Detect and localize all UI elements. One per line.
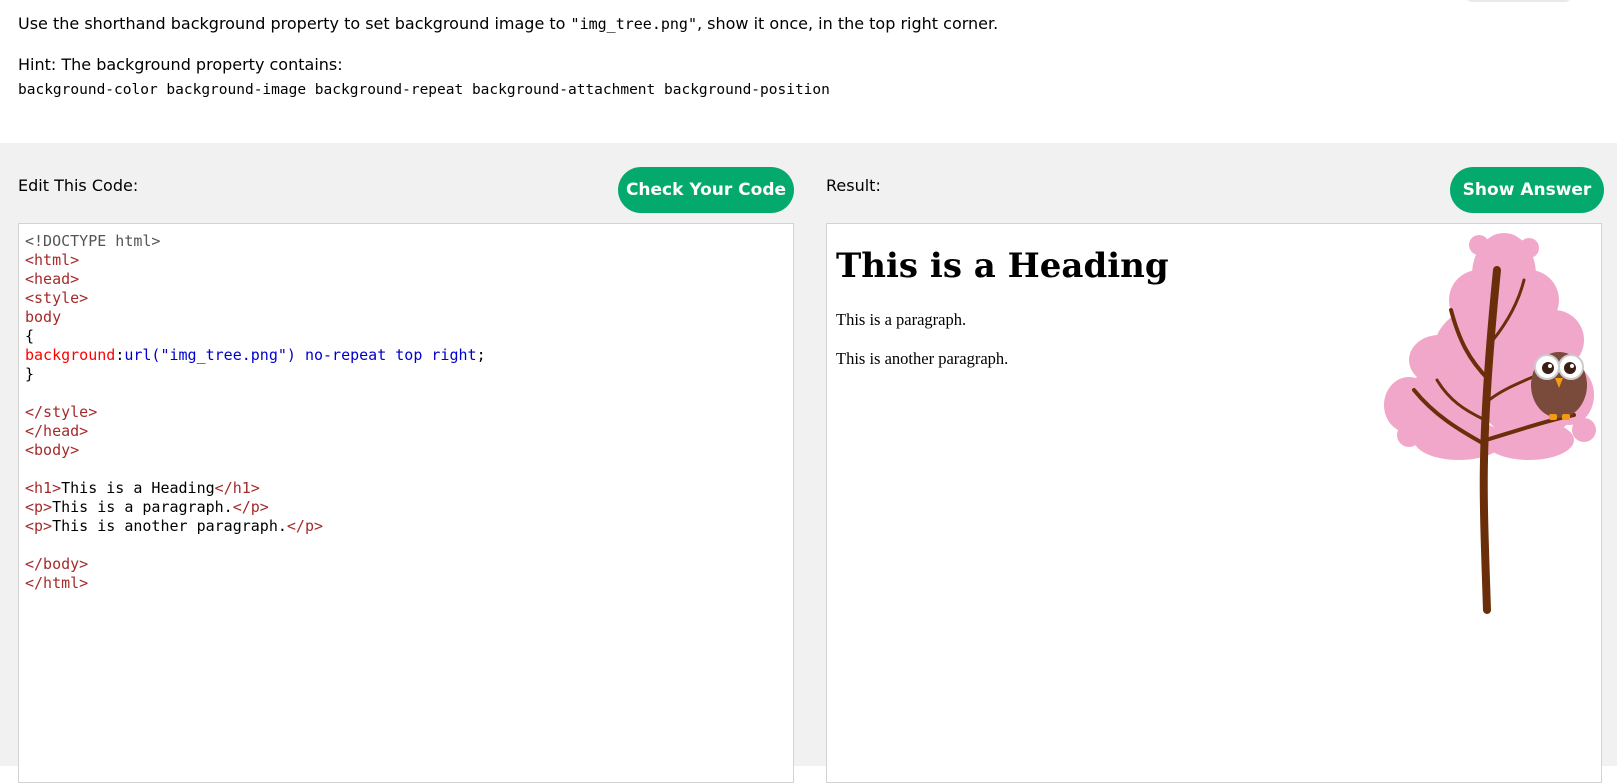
code-line: { [25, 327, 34, 346]
code-line: </style> [25, 403, 97, 422]
code-url-fn: url( [124, 346, 161, 364]
instructions-code: "img_tree.png" [570, 15, 697, 33]
code-p2-text: This is another paragraph. [52, 517, 287, 535]
code-p-close: </p> [232, 498, 269, 516]
code-body-close: </body> [25, 555, 89, 573]
code-line: <p>This is another paragraph.</p> [25, 517, 323, 536]
code-selector: body [25, 308, 62, 326]
result-paragraph-2: This is another paragraph. [836, 349, 1009, 368]
code-url-close: ) [286, 346, 296, 364]
code-line: <html> [25, 251, 79, 270]
task-instructions: Use the shorthand background property to… [18, 14, 998, 34]
editor-label: Edit This Code: [18, 176, 139, 195]
code-h1-close: </h1> [214, 479, 260, 497]
code-values: no-repeat top right [295, 346, 477, 364]
code-body-open: <body> [25, 441, 80, 459]
code-brace-close: } [25, 365, 35, 383]
code-colon: : [115, 346, 125, 364]
result-frame: This is a Heading This is a paragraph. T… [826, 223, 1602, 783]
result-heading: This is a Heading [836, 246, 1169, 286]
code-semicolon: ; [476, 346, 486, 364]
code-html-open: <html> [25, 251, 80, 269]
instructions-text-2: , show it once, in the top right corner. [696, 14, 999, 33]
code-head-open: <head> [25, 270, 80, 288]
code-line: background:url("img_tree.png") no-repeat… [25, 346, 486, 365]
code-line: </html> [25, 574, 88, 593]
code-line: } [25, 365, 34, 384]
code-prop: background [25, 346, 116, 364]
top-tab-edge [1466, 0, 1571, 2]
result-paragraph-1: This is a paragraph. [836, 310, 967, 329]
code-p1-text: This is a paragraph. [52, 498, 233, 516]
instructions-text-1: Use the shorthand background property to… [18, 14, 571, 33]
code-p-close: </p> [286, 517, 324, 535]
code-h1-text: This is a Heading [61, 479, 215, 497]
show-answer-button[interactable]: Show Answer [1450, 167, 1604, 213]
code-html-close: </html> [25, 574, 89, 592]
code-url-val: "img_tree.png" [160, 346, 287, 364]
code-doctype: <!DOCTYPE html> [25, 232, 161, 250]
code-line: body [25, 308, 61, 327]
code-editor[interactable]: <!DOCTYPE html> <html> <head> <style> bo… [18, 223, 794, 783]
hint-properties: background-color background-image backgr… [18, 82, 830, 98]
code-p-open: <p> [25, 517, 53, 535]
exercise-workspace: Edit This Code: Check Your Code Result: … [0, 143, 1617, 783]
code-line: <head> [25, 270, 79, 289]
code-line: <p>This is a paragraph.</p> [25, 498, 269, 517]
result-label: Result: [826, 176, 881, 195]
code-style-close: </style> [25, 403, 98, 421]
hint-text: Hint: The background property contains: [18, 55, 343, 74]
code-style-open: <style> [25, 289, 89, 307]
check-code-button[interactable]: Check Your Code [618, 167, 794, 213]
code-brace-open: { [25, 327, 35, 345]
code-h1-open: <h1> [25, 479, 62, 497]
tree-owl-background-image [1384, 233, 1596, 614]
code-line: <h1>This is a Heading</h1> [25, 479, 260, 498]
code-line: <style> [25, 289, 88, 308]
code-line: <!DOCTYPE html> [25, 232, 160, 251]
code-line: </head> [25, 422, 88, 441]
code-line: </body> [25, 555, 88, 574]
code-line: <body> [25, 441, 79, 460]
code-p-open: <p> [25, 498, 53, 516]
code-head-close: </head> [25, 422, 89, 440]
